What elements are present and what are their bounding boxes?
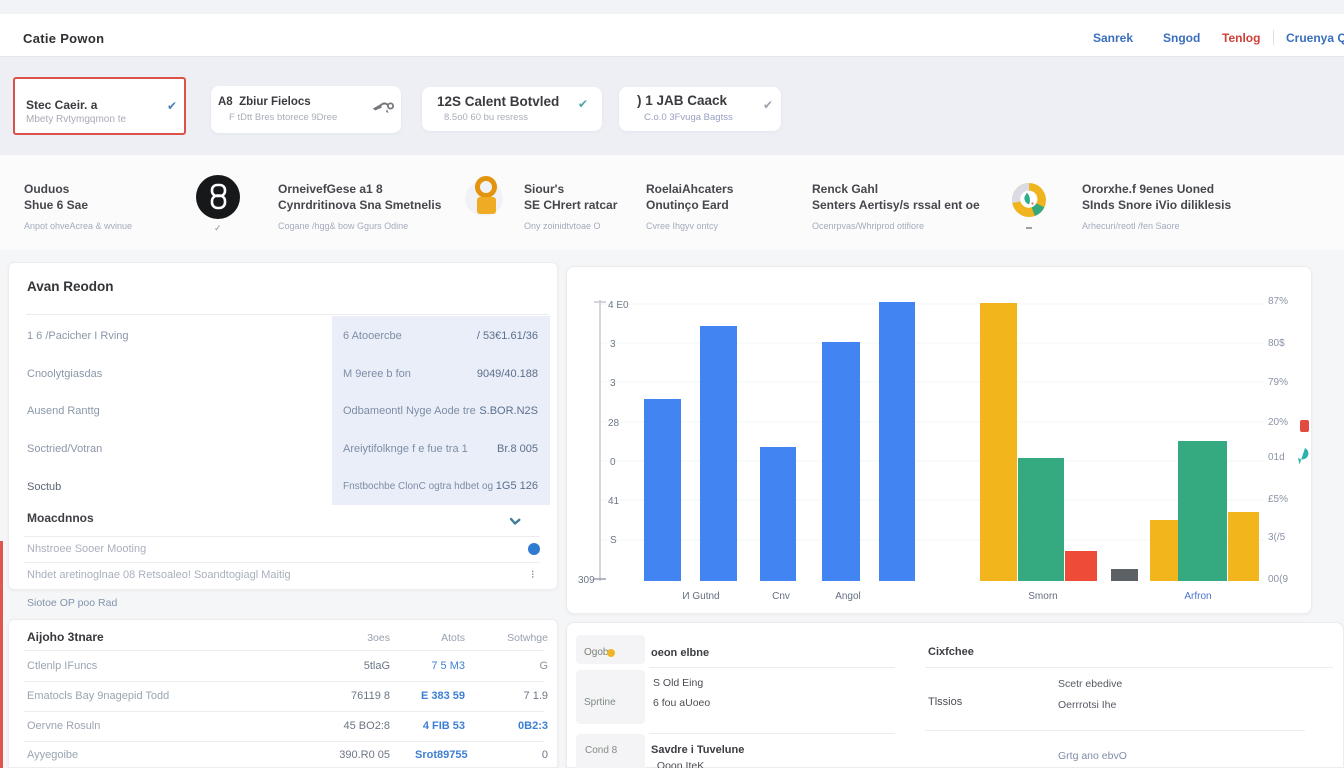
svg-text:00(9: 00(9 [1268, 574, 1288, 585]
svg-text:0: 0 [610, 457, 616, 468]
svg-text:28: 28 [608, 418, 620, 429]
svg-text:Cnv: Cnv [772, 591, 790, 602]
svg-text:309: 309 [578, 575, 595, 586]
svg-text:20%: 20% [1268, 417, 1288, 428]
svg-text:Angol: Angol [835, 591, 861, 602]
svg-text:Arfron: Arfron [1184, 591, 1211, 602]
svg-text:3(/5: 3(/5 [1268, 532, 1286, 543]
svg-text:Smorn: Smorn [1028, 591, 1057, 602]
svg-text:01d: 01d [1268, 452, 1285, 463]
svg-text:80$: 80$ [1268, 338, 1285, 349]
svg-text:3: 3 [610, 378, 616, 389]
svg-text:И Gutnd: И Gutnd [682, 591, 719, 602]
svg-text:41: 41 [608, 496, 620, 507]
svg-text:4 E0: 4 E0 [608, 300, 629, 311]
svg-text:£5%: £5% [1268, 494, 1288, 505]
svg-text:S: S [610, 535, 617, 546]
svg-text:79%: 79% [1268, 377, 1288, 388]
svg-text:3: 3 [610, 339, 616, 350]
svg-text:87%: 87% [1268, 296, 1288, 307]
